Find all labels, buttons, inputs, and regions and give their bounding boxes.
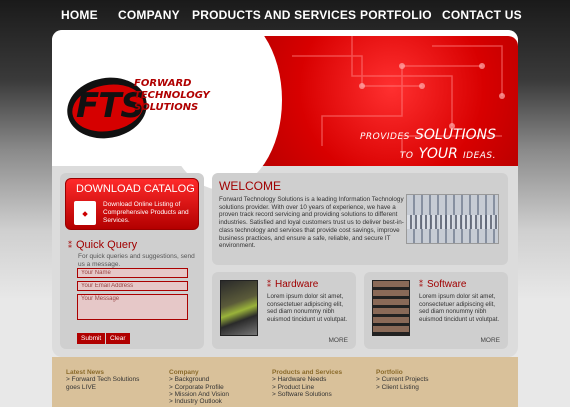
hardware-text: Lorem ipsum dolor sit amet, consectetuer… xyxy=(267,293,348,323)
hardware-title: ⁑ Hardware xyxy=(267,279,319,290)
software-image xyxy=(372,280,410,336)
footer-link[interactable]: > Industry Outlook xyxy=(169,398,229,405)
server-rack-image xyxy=(406,194,499,244)
quick-query-heading: ⁑ Quick Query xyxy=(68,239,138,251)
footer-link[interactable]: goes LIVE xyxy=(66,384,139,391)
download-title: DOWNLOAD CATALOG xyxy=(76,183,195,195)
footer-link[interactable]: > Mission And Vision xyxy=(169,391,229,398)
bullet-icon: ⁑ xyxy=(419,280,423,289)
nav-contact-us[interactable]: CONTACT US xyxy=(442,8,522,22)
hardware-panel: ⁑ Hardware Lorem ipsum dolor sit amet, co… xyxy=(212,272,356,349)
welcome-text: Forward Technology Solutions is a leadin… xyxy=(219,196,404,250)
welcome-title: WELCOME xyxy=(219,179,282,193)
footer-link[interactable]: > Product Line xyxy=(272,384,342,391)
main-card: PROVIDES SOLUTIONS TO YOUR IDEAS. FTS FO… xyxy=(52,30,518,357)
hardware-image xyxy=(220,280,258,336)
footer-heading: Products and Services xyxy=(272,369,343,376)
tagline: PROVIDES SOLUTIONS TO YOUR IDEAS. xyxy=(359,127,496,162)
nav-company[interactable]: COMPANY xyxy=(118,8,180,22)
bullet-icon: ⁑ xyxy=(68,241,72,250)
footer-col-news: Latest News > Forward Tech Solutions goe… xyxy=(66,369,139,391)
name-input[interactable] xyxy=(77,268,188,278)
logo-name: FORWARD TECHNOLOGY SOLUTIONS xyxy=(134,78,210,113)
software-text: Lorem ipsum dolor sit amet, consectetuer… xyxy=(419,293,500,323)
nav-home[interactable]: HOME xyxy=(61,8,98,22)
nav-portfolio[interactable]: PORTFOLIO xyxy=(360,8,432,22)
footer-col-products: Products and Services > Hardware Needs >… xyxy=(272,369,342,398)
download-catalog-button[interactable]: DOWNLOAD CATALOG ⬩ Download Online Listi… xyxy=(65,178,199,230)
submit-button[interactable]: Submit xyxy=(77,333,106,344)
footer-link[interactable]: > Current Projects xyxy=(376,376,429,383)
quick-query-description: For quick queries and suggestions, send … xyxy=(78,253,195,268)
footer-link[interactable]: > Forward Tech Solutions xyxy=(66,376,139,383)
footer-heading: Latest News xyxy=(66,369,104,376)
software-panel: ⁑ Software Lorem ipsum dolor sit amet, co… xyxy=(364,272,508,349)
header: PROVIDES SOLUTIONS TO YOUR IDEAS. FTS FO… xyxy=(52,30,518,190)
left-column: DOWNLOAD CATALOG ⬩ Download Online Listi… xyxy=(60,173,204,349)
footer-col-portfolio: Portfolio > Current Projects > Client Li… xyxy=(376,369,429,391)
top-nav: HOME COMPANY PRODUCTS AND SERVICES PORTF… xyxy=(0,0,570,32)
footer-link[interactable]: > Hardware Needs xyxy=(272,376,342,383)
footer: Latest News > Forward Tech Solutions goe… xyxy=(52,357,518,407)
welcome-panel: WELCOME Forward Technology Solutions is … xyxy=(212,173,508,265)
footer-link[interactable]: > Software Solutions xyxy=(272,391,342,398)
hardware-more-link[interactable]: MORE xyxy=(329,337,349,344)
download-text: Download Online Listing of Comprehensive… xyxy=(103,201,189,224)
pdf-icon: ⬩ xyxy=(74,201,96,225)
message-input[interactable] xyxy=(77,294,188,320)
software-more-link[interactable]: MORE xyxy=(481,337,501,344)
footer-col-company: Company > Background > Corporate Profile… xyxy=(169,369,229,405)
bullet-icon: ⁑ xyxy=(267,280,271,289)
footer-link[interactable]: > Corporate Profile xyxy=(169,384,229,391)
footer-heading: Company xyxy=(169,369,199,376)
footer-heading: Portfolio xyxy=(376,369,403,376)
software-title: ⁑ Software xyxy=(419,279,467,290)
footer-link[interactable]: > Background xyxy=(169,376,229,383)
email-input[interactable] xyxy=(77,281,188,291)
nav-products-services[interactable]: PRODUCTS AND SERVICES xyxy=(192,8,356,22)
clear-button[interactable]: Clear xyxy=(106,333,130,344)
footer-link[interactable]: > Client Listing xyxy=(376,384,429,391)
